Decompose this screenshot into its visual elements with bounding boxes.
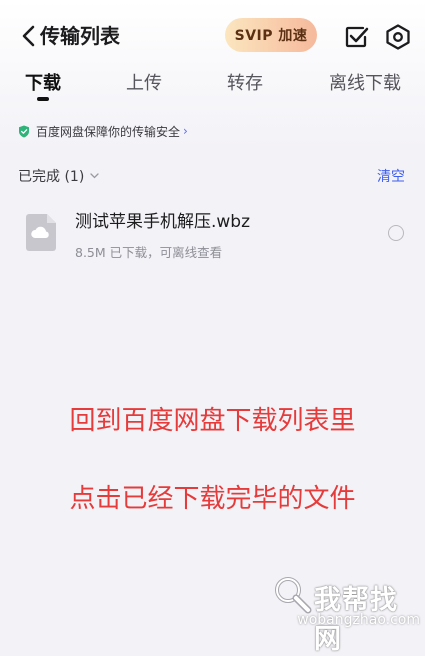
completed-count-label: 已完成 (1) xyxy=(18,169,85,185)
safety-notice[interactable]: 百度网盘保障你的传输安全 › xyxy=(18,122,188,140)
clear-button[interactable]: 清空 xyxy=(377,166,405,186)
header: 传输列表 SVIP 加速 xyxy=(0,14,425,60)
settings-icon[interactable] xyxy=(384,23,412,51)
tab-upload[interactable]: 上传 xyxy=(126,70,162,98)
shield-icon xyxy=(19,125,29,137)
safety-notice-text: 百度网盘保障你的传输安全 xyxy=(36,124,181,139)
page-title: 传输列表 xyxy=(40,24,120,48)
tab-offline-download[interactable]: 离线下载 xyxy=(329,70,401,98)
file-meta: 8.5M 已下载，可离线查看 xyxy=(75,245,223,260)
checkbox-icon[interactable] xyxy=(342,23,370,51)
watermark-url: wobangzhao.com xyxy=(297,612,420,628)
completed-section-header[interactable]: 已完成 (1) xyxy=(18,166,99,186)
tab-download[interactable]: 下载 xyxy=(25,70,61,98)
watermark: 我帮找网 wobangzhao.com xyxy=(270,572,420,655)
file-icon xyxy=(26,214,56,251)
select-radio[interactable] xyxy=(388,225,404,241)
overlay-instruction-2: 点击已经下载完毕的文件 xyxy=(69,484,356,514)
magnifier-logo-icon xyxy=(275,577,312,614)
tab-bar: 下载 上传 转存 离线下载 xyxy=(0,70,425,108)
file-name: 测试苹果手机解压.wbz xyxy=(75,212,251,232)
overlay-instruction-1: 回到百度网盘下载列表里 xyxy=(69,406,356,436)
svip-boost-button[interactable]: SVIP 加速 xyxy=(225,18,317,52)
chevron-right-icon: › xyxy=(183,124,188,138)
tab-transfer[interactable]: 转存 xyxy=(227,70,263,98)
active-tab-indicator xyxy=(37,97,49,101)
back-icon[interactable] xyxy=(18,22,42,50)
chevron-down-icon xyxy=(90,173,99,179)
